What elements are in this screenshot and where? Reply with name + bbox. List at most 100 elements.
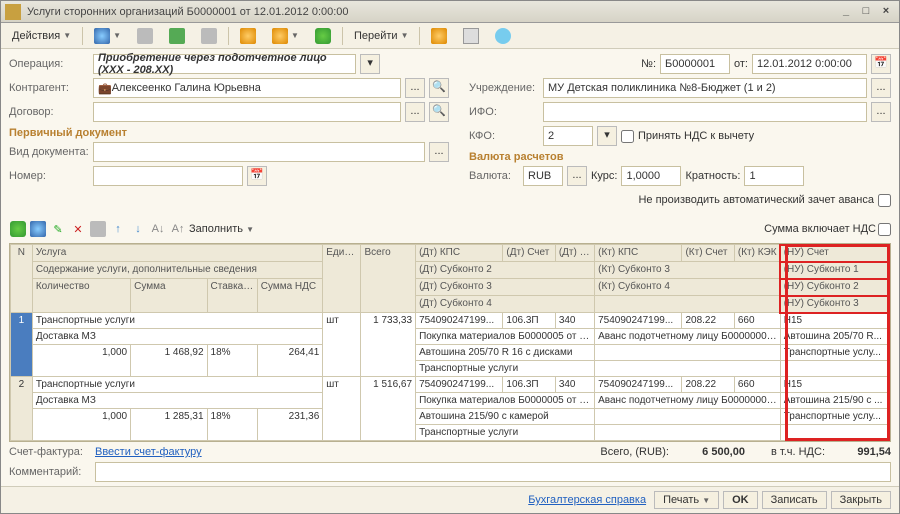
close-button[interactable]: × xyxy=(877,4,895,20)
number-date-button[interactable]: 📅 xyxy=(247,166,267,186)
toolbar-btn-8[interactable] xyxy=(424,25,454,47)
ifo-field[interactable] xyxy=(543,102,867,122)
counterparty-select[interactable]: ... xyxy=(405,78,425,98)
number-field[interactable] xyxy=(93,166,243,186)
invoice-label: Счет-фактура: xyxy=(9,446,89,458)
goto-menu[interactable]: Перейти▼ xyxy=(347,27,416,45)
table-row[interactable]: 1,000 1 285,31 18% 231,36 Автошина 215/9… xyxy=(11,409,890,425)
contract-field[interactable] xyxy=(93,102,401,122)
operation-field[interactable]: Приобретение через подотчетное лицо (XXX… xyxy=(93,54,356,74)
col-unit[interactable]: Един... xyxy=(323,245,361,313)
toolbar-btn-7[interactable] xyxy=(308,25,338,47)
accounting-ref-link[interactable]: Бухгалтерская справка xyxy=(528,494,646,506)
grid-down-button[interactable]: ↓ xyxy=(129,220,147,238)
no-auto-checkbox[interactable] xyxy=(878,194,891,207)
col-qty[interactable]: Количество xyxy=(32,279,130,313)
col-nu-s3[interactable]: (НУ) Субконто 3 xyxy=(780,296,889,313)
table-row[interactable]: 1,000 1 468,92 18% 264,41 Автошина 205/7… xyxy=(11,345,890,361)
col-nu-acct[interactable]: (НУ) Счет xyxy=(780,245,889,262)
toolbar-btn-1[interactable]: ▼ xyxy=(87,25,128,47)
contract-select[interactable]: ... xyxy=(405,102,425,122)
toolbar-btn-4[interactable] xyxy=(194,25,224,47)
vat-checkbox-label: Принять НДС к вычету xyxy=(638,130,754,142)
toolbar-btn-3[interactable] xyxy=(162,25,192,47)
ifo-select[interactable]: ... xyxy=(871,102,891,122)
table-row[interactable]: Доставка МЗ Покупка материалов Б0000005 … xyxy=(11,329,890,345)
maximize-button[interactable]: □ xyxy=(857,4,875,20)
vat-value: 991,54 xyxy=(831,446,891,458)
data-grid[interactable]: N Услуга Един... Всего (Дт) КПС (Дт) Сче… xyxy=(9,243,891,442)
col-dt-acct[interactable]: (Дт) Счет xyxy=(503,245,555,262)
doc-type-field[interactable] xyxy=(93,142,425,162)
date-picker-button[interactable]: 📅 xyxy=(871,54,891,74)
grid-up-button[interactable]: ↑ xyxy=(109,220,127,238)
institution-field[interactable]: МУ Детская поликлиника №8-Бюджет (1 и 2) xyxy=(543,78,867,98)
primary-doc-header: Первичный документ xyxy=(9,127,449,139)
ok-button[interactable]: OK xyxy=(723,491,758,509)
currency-label: Валюта: xyxy=(469,170,519,182)
col-kt-s4[interactable]: (Кт) Субконто 4 xyxy=(595,279,781,296)
doc-type-select[interactable]: ... xyxy=(429,142,449,162)
col-dt-s4[interactable]: (Дт) Субконто 4 xyxy=(416,296,595,313)
save-button[interactable]: Записать xyxy=(762,491,827,509)
col-nu-s1[interactable]: (НУ) Субконто 1 xyxy=(780,262,889,279)
toolbar-btn-10[interactable] xyxy=(488,25,518,47)
grid-btn-5[interactable] xyxy=(89,220,107,238)
comment-field[interactable] xyxy=(95,462,891,482)
toolbar-btn-5[interactable] xyxy=(233,25,263,47)
col-dt-kps[interactable]: (Дт) КПС xyxy=(416,245,503,262)
toolbar-btn-2[interactable] xyxy=(130,25,160,47)
ifo-label: ИФО: xyxy=(469,106,539,118)
table-row[interactable]: 1 Транспортные услуги шт 1 733,33 754090… xyxy=(11,313,890,329)
col-kt-acct[interactable]: (Кт) Счет xyxy=(682,245,734,262)
mult-label: Кратность: xyxy=(685,170,740,182)
num-field[interactable]: Б0000001 xyxy=(660,54,730,74)
minimize-button[interactable]: _ xyxy=(837,4,855,20)
comment-label: Комментарий: xyxy=(9,466,89,478)
table-row[interactable]: 2 Транспортные услуги шт 1 516,67 754090… xyxy=(11,377,890,393)
actions-menu[interactable]: Действия▼ xyxy=(5,27,78,45)
col-dt-k[interactable]: (Дт) К... xyxy=(555,245,594,262)
grid-add-button[interactable] xyxy=(9,220,27,238)
print-button[interactable]: Печать ▼ xyxy=(654,491,719,509)
sum-incl-vat-checkbox[interactable] xyxy=(878,223,891,236)
currency-select[interactable]: ... xyxy=(567,166,587,186)
operation-dropdown[interactable]: ▾ xyxy=(360,54,380,74)
fill-menu[interactable]: Заполнить ▼ xyxy=(189,223,254,235)
counterparty-open[interactable]: 🔍 xyxy=(429,78,449,98)
grid-copy-button[interactable] xyxy=(29,220,47,238)
table-row[interactable]: Доставка МЗ Покупка материалов Б0000005 … xyxy=(11,393,890,409)
institution-select[interactable]: ... xyxy=(871,78,891,98)
invoice-link[interactable]: Ввести счет-фактуру xyxy=(95,446,202,458)
contract-open[interactable]: 🔍 xyxy=(429,102,449,122)
col-dt-s2[interactable]: (Дт) Субконто 2 xyxy=(416,262,595,279)
grid-edit-button[interactable]: ✎ xyxy=(49,220,67,238)
close-button-bottom[interactable]: Закрыть xyxy=(831,491,891,509)
grid-sort-desc[interactable]: A↑ xyxy=(169,220,187,238)
col-nu-s2[interactable]: (НУ) Субконто 2 xyxy=(780,279,889,296)
counterparty-field[interactable]: 💼 Алексеенко Галина Юрьевна xyxy=(93,78,401,98)
currency-field[interactable]: RUB xyxy=(523,166,563,186)
col-kt-kps[interactable]: (Кт) КПС xyxy=(595,245,682,262)
grid-delete-button[interactable]: ✕ xyxy=(69,220,87,238)
toolbar-btn-6[interactable]: ▼ xyxy=(265,25,306,47)
kfo-field[interactable]: 2 xyxy=(543,126,593,146)
col-sum[interactable]: Сумма xyxy=(131,279,207,313)
col-service[interactable]: Услуга xyxy=(32,245,322,262)
doc-type-label: Вид документа: xyxy=(9,146,89,158)
col-vat-sum[interactable]: Сумма НДС xyxy=(257,279,323,313)
rate-field[interactable]: 1,0000 xyxy=(621,166,681,186)
col-kt-kek[interactable]: (Кт) КЭК xyxy=(734,245,780,262)
col-total[interactable]: Всего xyxy=(361,245,416,313)
col-content[interactable]: Содержание услуги, дополнительные сведен… xyxy=(32,262,322,279)
date-field[interactable]: 12.01.2012 0:00:00 xyxy=(752,54,867,74)
toolbar-btn-9[interactable] xyxy=(456,25,486,47)
col-vat-rate[interactable]: Ставка НДС xyxy=(207,279,257,313)
col-n[interactable]: N xyxy=(11,245,33,313)
col-kt-s3[interactable]: (Кт) Субконто 3 xyxy=(595,262,781,279)
grid-sort-asc[interactable]: A↓ xyxy=(149,220,167,238)
vat-checkbox[interactable] xyxy=(621,130,634,143)
mult-field[interactable]: 1 xyxy=(744,166,804,186)
kfo-dropdown[interactable]: ▾ xyxy=(597,126,617,146)
col-dt-s3[interactable]: (Дт) Субконто 3 xyxy=(416,279,595,296)
